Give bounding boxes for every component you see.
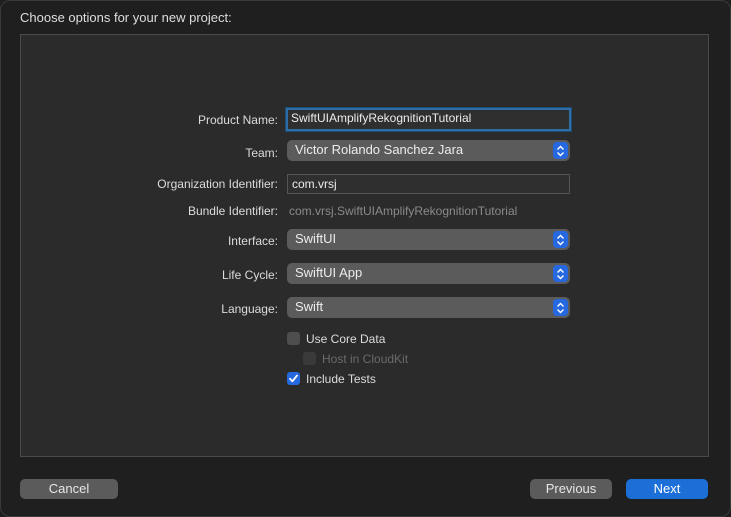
cancel-button[interactable]: Cancel — [20, 479, 118, 499]
product-name-field[interactable]: SwiftUIAmplifyRekognitionTutorial — [286, 108, 571, 131]
include-tests-checkbox[interactable] — [287, 372, 300, 385]
interface-label: Interface: — [227, 234, 278, 248]
team-label: Team: — [245, 146, 278, 160]
popup-stepper-icon — [553, 265, 568, 282]
team-popup[interactable]: Victor Rolando Sanchez Jara — [287, 140, 570, 161]
life-cycle-label: Life Cycle: — [221, 268, 278, 282]
language-popup[interactable]: Swift — [287, 297, 570, 318]
interface-popup[interactable]: SwiftUI — [287, 229, 570, 250]
team-value: Victor Rolando Sanchez Jara — [295, 142, 464, 157]
interface-value: SwiftUI — [295, 231, 337, 246]
language-label: Language: — [221, 302, 278, 316]
popup-stepper-icon — [553, 142, 568, 159]
language-value: Swift — [295, 299, 324, 314]
host-in-cloudkit-checkbox — [303, 352, 316, 365]
next-button[interactable]: Next — [626, 479, 708, 499]
host-in-cloudkit-label: Host in CloudKit — [322, 352, 409, 366]
product-name-label: Product Name: — [197, 113, 278, 127]
include-tests-label: Include Tests — [306, 372, 376, 386]
use-core-data-checkbox[interactable] — [287, 332, 300, 345]
checkmark-icon — [289, 374, 298, 383]
popup-stepper-icon — [553, 299, 568, 316]
life-cycle-value: SwiftUI App — [295, 265, 363, 280]
use-core-data-label: Use Core Data — [306, 332, 386, 346]
popup-stepper-icon — [553, 231, 568, 248]
dialog-heading: Choose options for your new project: — [20, 10, 232, 25]
organization-identifier-field[interactable]: com.vrsj — [287, 174, 570, 194]
organization-identifier-label: Organization Identifier: — [157, 177, 278, 191]
previous-button[interactable]: Previous — [530, 479, 612, 499]
bundle-identifier-value: com.vrsj.SwiftUIAmplifyRekognitionTutori… — [289, 204, 518, 218]
bundle-identifier-label: Bundle Identifier: — [187, 204, 278, 218]
life-cycle-popup[interactable]: SwiftUI App — [287, 263, 570, 284]
